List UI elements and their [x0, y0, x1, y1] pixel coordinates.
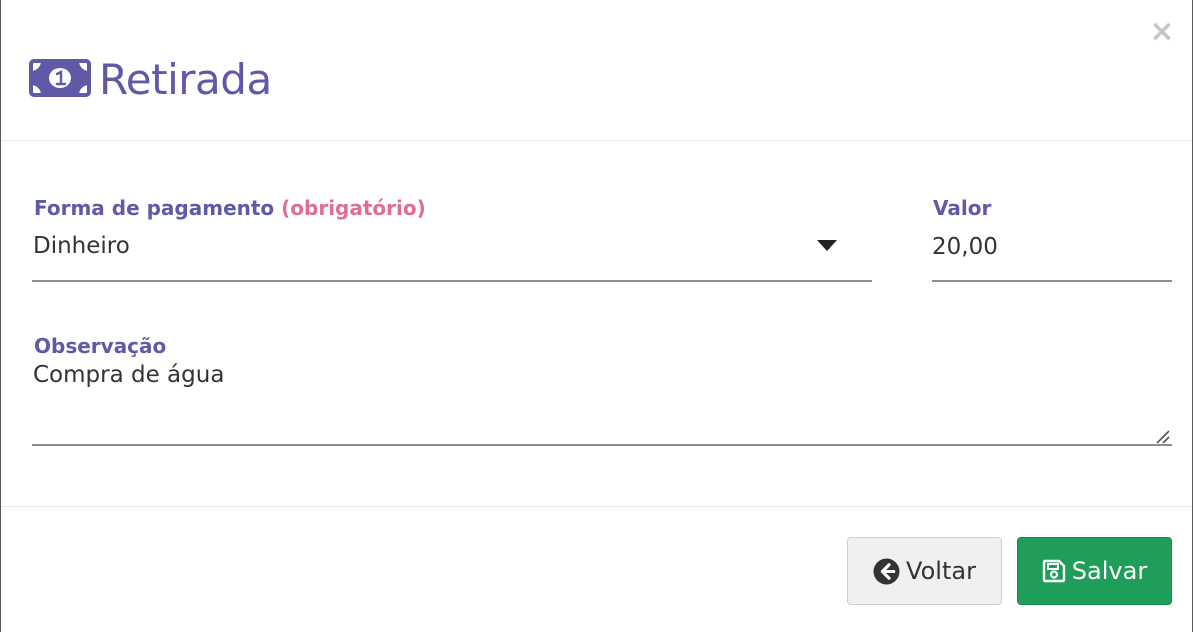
payment-method-underline — [32, 280, 872, 282]
money-bill-icon — [29, 59, 91, 97]
withdrawal-modal: × Retirada Forma de pagamento (obrigatór… — [0, 0, 1193, 632]
resize-handle-icon[interactable] — [1153, 427, 1171, 445]
save-button[interactable]: Salvar — [1017, 537, 1172, 605]
note-label: Observação — [34, 334, 167, 358]
back-button[interactable]: Voltar — [847, 537, 1002, 605]
amount-underline — [932, 280, 1172, 282]
floppy-disk-icon — [1042, 559, 1065, 583]
amount-label: Valor — [933, 196, 992, 220]
payment-method-label-text: Forma de pagamento — [34, 196, 275, 220]
payment-method-select[interactable]: Dinheiro — [33, 233, 130, 259]
arrow-circle-left-icon — [873, 558, 900, 584]
note-textarea[interactable]: Compra de água — [33, 362, 224, 388]
note-underline — [32, 444, 1172, 446]
modal-header: Retirada — [1, 0, 1192, 141]
amount-input[interactable]: 20,00 — [932, 234, 998, 260]
back-button-label: Voltar — [906, 557, 976, 585]
required-marker: (obrigatório) — [281, 196, 426, 220]
save-button-label: Salvar — [1071, 557, 1148, 585]
footer-divider — [1, 506, 1192, 507]
chevron-down-icon[interactable] — [817, 240, 837, 251]
payment-method-label: Forma de pagamento (obrigatório) — [34, 196, 426, 220]
modal-title: Retirada — [99, 55, 272, 104]
